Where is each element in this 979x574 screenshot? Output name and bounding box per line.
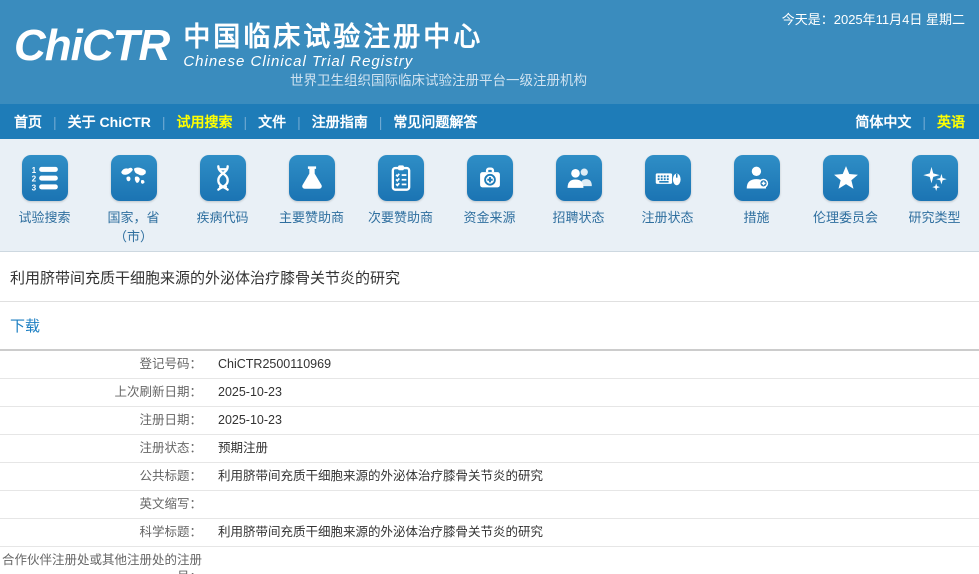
tool-secondary-sponsor[interactable]: 次要赞助商: [356, 155, 445, 251]
numbered-list-icon: 123: [21, 155, 68, 201]
flask-icon: [288, 155, 335, 201]
clipboard-checklist-icon: [377, 155, 424, 201]
nav-separator: |: [243, 113, 248, 130]
tool-study-type[interactable]: 研究类型: [890, 155, 979, 251]
dna-icon: [199, 155, 246, 201]
nav-separator: |: [378, 113, 383, 130]
row-value: 2025-10-23: [218, 413, 282, 427]
site-header: 今天是：2025年11月4日 星期二 ChiCTR 中国临床试验注册中心 Chi…: [0, 0, 979, 104]
nav-separator: |: [161, 113, 166, 130]
tool-label: 招聘状态: [552, 210, 605, 225]
nav-separator: |: [297, 113, 301, 130]
page-title: 利用脐带间充质干细胞来源的外泌体治疗膝骨关节炎的研究: [0, 252, 979, 302]
chictr-logo[interactable]: ChiCTR: [14, 20, 170, 72]
svg-text:1: 1: [31, 166, 36, 175]
table-row-registration-status: 注册状态： 预期注册: [0, 435, 979, 463]
row-value: [210, 491, 218, 518]
table-row-public-title: 公共标题： 利用脐带间充质干细胞来源的外泌体治疗膝骨关节炎的研究: [0, 463, 979, 491]
lang-english[interactable]: 英语: [937, 112, 965, 132]
tool-label: 资金来源: [463, 210, 516, 225]
table-row-scientific-title: 科学标题： 利用脐带间充质干细胞来源的外泌体治疗膝骨关节炎的研究: [0, 519, 979, 547]
row-label: 登记号码：: [139, 357, 202, 371]
tool-interventions[interactable]: 措施: [712, 155, 801, 251]
row-label: 注册日期：: [139, 413, 202, 427]
nav-registration-guide[interactable]: 注册指南: [312, 112, 368, 132]
star-icon: [822, 155, 869, 201]
tool-funding-source[interactable]: 资金来源: [445, 155, 534, 251]
tool-trial-search[interactable]: 123 试验搜索: [0, 155, 89, 251]
table-row-registration-date: 注册日期： 2025-10-23: [0, 407, 979, 435]
tool-label: 伦理委员会: [812, 210, 878, 225]
doctor-icon: [733, 155, 780, 201]
main-nav: 首页 | 关于 ChiCTR | 试用搜索 | 文件 | 注册指南 | 常见问题…: [0, 104, 979, 139]
svg-text:3: 3: [31, 183, 36, 192]
table-row-last-refreshed: 上次刷新日期： 2025-10-23: [0, 379, 979, 407]
nav-about[interactable]: 关于 ChiCTR: [68, 112, 151, 132]
tool-label: 措施: [743, 210, 770, 225]
nav-separator: |: [922, 113, 926, 130]
tool-disease-code[interactable]: 疾病代码: [178, 155, 267, 251]
world-map-icon: [110, 155, 157, 201]
trial-detail: 利用脐带间充质干细胞来源的外泌体治疗膝骨关节炎的研究 下载 登记号码： ChiC…: [0, 252, 979, 574]
site-title-en: Chinese Clinical Trial Registry: [183, 53, 414, 70]
table-row-registration-number: 登记号码： ChiCTR2500110969: [0, 351, 979, 379]
row-value: 2025-10-23: [218, 385, 282, 399]
keyboard-mouse-icon: [644, 155, 691, 201]
row-value: ChiCTR2500110969: [218, 357, 332, 371]
tool-ethics-committee[interactable]: 伦理委员会: [801, 155, 890, 251]
medical-bag-icon: [466, 155, 513, 201]
tool-label: 主要赞助商: [278, 210, 344, 225]
row-label: 英文缩写：: [139, 497, 202, 511]
table-row-partner-registry-number: 合作伙伴注册处或其他注册处的注册号：: [0, 547, 979, 574]
nav-faq[interactable]: 常见问题解答: [393, 112, 477, 132]
row-label: 科学标题：: [139, 525, 202, 539]
current-date: 今天是：2025年11月4日 星期二: [781, 12, 965, 27]
row-value: 利用脐带间充质干细胞来源的外泌体治疗膝骨关节炎的研究: [218, 525, 544, 539]
table-row-english-acronym: 英文缩写：: [0, 491, 979, 519]
tool-label: 次要赞助商: [367, 210, 433, 225]
row-label: 注册状态：: [139, 441, 202, 455]
nav-trial-search[interactable]: 试用搜索: [177, 112, 233, 132]
tool-label: 国家，省（市）: [107, 210, 160, 244]
search-category-toolbar: 123 试验搜索 国家，省（市） 疾病代码 主要赞助商 次要赞助商 资金来源 招…: [0, 139, 979, 252]
row-value: 预期注册: [218, 441, 269, 455]
people-icon: [555, 155, 602, 201]
row-label: 合作伙伴注册处或其他注册处的注册号：: [1, 553, 202, 574]
row-value: [210, 547, 218, 574]
brand-titles: 中国临床试验注册中心 Chinese Clinical Trial Regist…: [183, 22, 483, 70]
lang-simplified-chinese[interactable]: 简体中文: [855, 112, 911, 132]
site-title-cn: 中国临床试验注册中心: [183, 22, 484, 52]
tool-primary-sponsor[interactable]: 主要赞助商: [267, 155, 356, 251]
who-registry-line: 世界卫生组织国际临床试验注册平台一级注册机构: [290, 73, 587, 88]
row-label: 上次刷新日期：: [114, 385, 202, 399]
site-brand[interactable]: ChiCTR 中国临床试验注册中心 Chinese Clinical Trial…: [14, 20, 483, 72]
tool-label: 试验搜索: [18, 210, 71, 225]
tool-registration-status[interactable]: 注册状态: [623, 155, 712, 251]
tool-label: 注册状态: [641, 210, 694, 225]
nav-documents[interactable]: 文件: [258, 112, 286, 132]
tool-label: 研究类型: [908, 210, 961, 225]
row-label: 公共标题：: [139, 469, 202, 483]
tool-recruiting-status[interactable]: 招聘状态: [534, 155, 623, 251]
svg-text:2: 2: [31, 175, 36, 184]
nav-separator: |: [53, 113, 57, 130]
download-link[interactable]: 下载: [0, 302, 979, 351]
nav-home[interactable]: 首页: [14, 112, 42, 132]
sparkles-icon: [911, 155, 958, 201]
tool-label: 疾病代码: [196, 210, 249, 225]
language-switch: 简体中文 | 英语: [855, 112, 965, 132]
row-value: 利用脐带间充质干细胞来源的外泌体治疗膝骨关节炎的研究: [218, 469, 544, 483]
tool-country-province[interactable]: 国家，省（市）: [89, 155, 178, 251]
